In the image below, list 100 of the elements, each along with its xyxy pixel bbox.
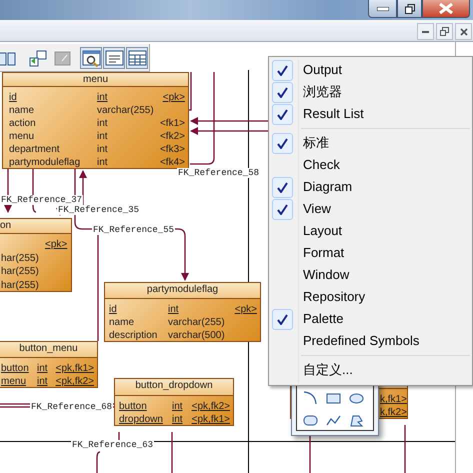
column-type: int: [37, 375, 48, 388]
column-name: name: [109, 316, 134, 329]
minimize-icon: [422, 30, 429, 33]
column-key: <pk>: [45, 238, 68, 251]
relationship-line: [171, 432, 173, 473]
column-type: int: [168, 303, 179, 316]
column-type: int: [97, 143, 108, 156]
close-button[interactable]: [455, 23, 472, 40]
relationship-line: [404, 425, 406, 473]
entity-table[interactable]: button_menu button int <pk,fk1> menu int <pk,fk2>: [0, 341, 98, 388]
column-name: menu: [1, 375, 26, 388]
reference-label: FK_Reference_37: [0, 195, 84, 205]
column-type: int: [172, 413, 183, 426]
image-icon: [52, 49, 72, 67]
column-type: har(255): [1, 252, 39, 264]
column-type: har(255): [1, 278, 39, 292]
restore-button[interactable]: [397, 0, 422, 18]
diagram-link-icon: [28, 49, 48, 67]
column-name: department: [9, 143, 60, 156]
rounded-rectangle-tool-icon[interactable]: [303, 413, 318, 428]
column-key: k,fk1>: [380, 393, 407, 406]
entity-table[interactable]: menu id int <pk> name varchar(255) action int <fk1> menu int <fk2> department int <fk3> partymoduleflag int <fk4>: [2, 72, 189, 169]
entity-table[interactable]: on <pk> har(255) har(255) har(255): [0, 218, 72, 292]
column-key: <pk>: [162, 91, 185, 104]
menu-item[interactable]: Palette: [269, 308, 472, 330]
column-type: int: [97, 91, 108, 104]
relationship-line: [309, 436, 311, 473]
menu-item[interactable]: 浏览器: [269, 81, 472, 103]
column-name: button: [1, 362, 29, 375]
toolbar-button[interactable]: [103, 47, 125, 69]
column-name: id: [109, 303, 117, 316]
column-key: <fk3>: [160, 143, 185, 156]
column-type: int: [37, 362, 48, 375]
restore-icon: [440, 27, 449, 36]
menu-item[interactable]: Diagram: [269, 176, 472, 198]
menu-item[interactable]: Predefined Symbols: [269, 330, 472, 352]
column-key: <pk>: [234, 303, 257, 316]
column-name: partymoduleflag: [9, 156, 80, 169]
menu-item[interactable]: Window: [269, 264, 472, 286]
entity-table[interactable]: partymoduleflag id int <pk> name varchar(255) description varchar(500): [104, 282, 261, 342]
column-name: menu: [9, 130, 34, 143]
column-key: <fk4>: [160, 156, 185, 169]
menu-item[interactable]: View: [269, 198, 472, 220]
zoom-view-icon: [82, 49, 100, 67]
column-type: varchar(255): [97, 104, 154, 117]
toolbar-button[interactable]: [126, 47, 148, 69]
table-title: button_menu: [19, 343, 78, 354]
column-key: <fk1>: [160, 117, 185, 130]
reference-label: FK_Reference_63: [71, 440, 154, 450]
table-grid-icon: [128, 49, 146, 67]
restore-button[interactable]: [436, 23, 453, 40]
restore-icon: [404, 4, 414, 14]
menu-item[interactable]: Check: [269, 154, 472, 176]
column-key: <pk,fk2>: [192, 400, 230, 413]
table-title: menu: [82, 74, 108, 85]
menu-item[interactable]: Result List: [269, 103, 472, 125]
column-key: <fk2>: [160, 130, 185, 143]
arc-tool-icon[interactable]: [303, 391, 318, 406]
column-key: <pk,fk2>: [56, 375, 94, 388]
menu-item[interactable]: 标准: [269, 132, 472, 154]
column-name: action: [9, 117, 36, 130]
column-key: k,fk2>: [380, 406, 407, 419]
column-name: name: [9, 104, 34, 117]
column-type: varchar(255): [168, 316, 225, 329]
column-key: <pk,fk1>: [56, 362, 94, 375]
column-key: <pk,fk1>: [192, 413, 230, 426]
menu-item[interactable]: 自定义...: [269, 359, 472, 381]
ellipse-tool-icon[interactable]: [349, 391, 364, 406]
polygon-tool-icon[interactable]: [349, 413, 364, 428]
column-type: har(255): [1, 265, 39, 278]
menu-item[interactable]: Layout: [269, 220, 472, 242]
column-name: button: [119, 400, 147, 413]
reference-label: FK_Reference_58: [177, 168, 260, 178]
column-type: int: [97, 156, 108, 169]
minimize-icon: [376, 6, 388, 10]
menu-item[interactable]: Output: [269, 59, 472, 81]
column-name: dropdown: [119, 413, 163, 426]
table-title: partymoduleflag: [146, 284, 218, 295]
column-name: description: [109, 329, 158, 342]
minimize-button[interactable]: [368, 0, 397, 18]
column-type: int: [97, 117, 108, 130]
column-name: id: [9, 91, 17, 104]
table-title: on: [0, 220, 12, 231]
entity-table[interactable]: button_dropdown button int <pk,fk2> dropdown int <pk,fk1>: [114, 378, 234, 426]
column-type: int: [172, 400, 183, 413]
reference-label: FK_Reference_35: [57, 205, 140, 215]
close-button[interactable]: [422, 0, 470, 18]
menu-item[interactable]: Repository: [269, 286, 472, 308]
toolbar-button[interactable]: [80, 47, 102, 69]
column-type: int: [97, 130, 108, 143]
menu-item[interactable]: Format: [269, 242, 472, 264]
reference-label: FK_Reference_68: [30, 402, 114, 412]
text-panel-icon: [104, 49, 124, 67]
table-title: button_dropdown: [135, 380, 213, 391]
minimize-button[interactable]: [417, 23, 434, 40]
column-type: varchar(500): [168, 329, 225, 342]
close-icon: [439, 3, 453, 14]
reference-label: FK_Reference_55: [92, 225, 176, 235]
rectangle-tool-icon[interactable]: [326, 391, 341, 406]
close-icon: [460, 28, 468, 36]
